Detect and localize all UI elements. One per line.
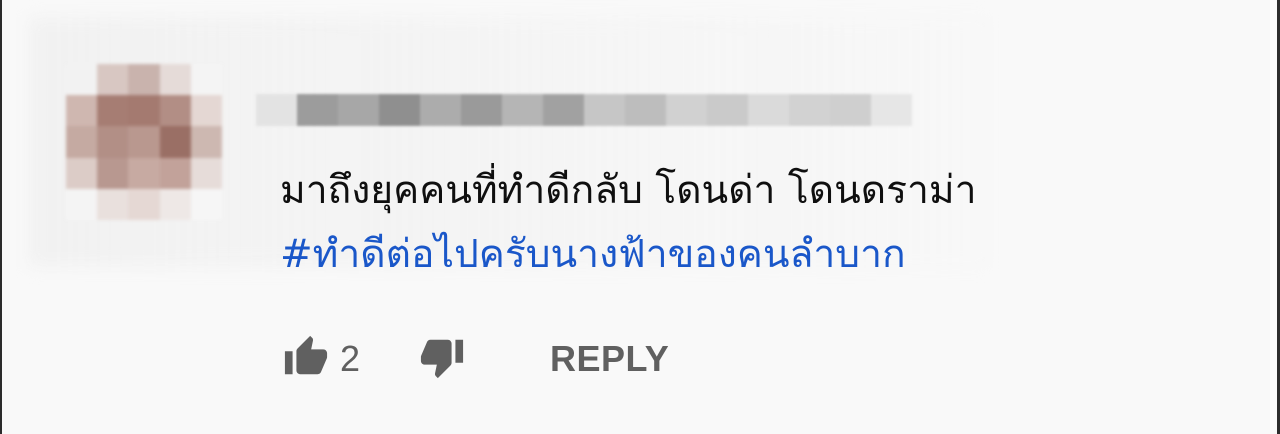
- comment-panel: มาถึงยุคคนที่ทำดีกลับ โดนด่า โดนดราม่า #…: [0, 0, 1280, 434]
- thumb-down-icon: [417, 334, 467, 384]
- like-count: 2: [340, 338, 361, 379]
- comment-actions: 2 REPLY: [280, 334, 669, 384]
- avatar[interactable]: [66, 64, 222, 220]
- like-button[interactable]: [280, 334, 332, 384]
- dislike-button[interactable]: [416, 334, 468, 384]
- thumb-up-icon: [281, 334, 331, 384]
- reply-button[interactable]: REPLY: [550, 338, 669, 380]
- hashtag-link[interactable]: #ทำดีต่อไปครับนางฟ้าของคนลำบาก: [280, 232, 906, 278]
- author-name-blurred[interactable]: [256, 94, 912, 126]
- comment-text: มาถึงยุคคนที่ทำดีกลับ โดนด่า โดนดราม่า: [280, 168, 977, 213]
